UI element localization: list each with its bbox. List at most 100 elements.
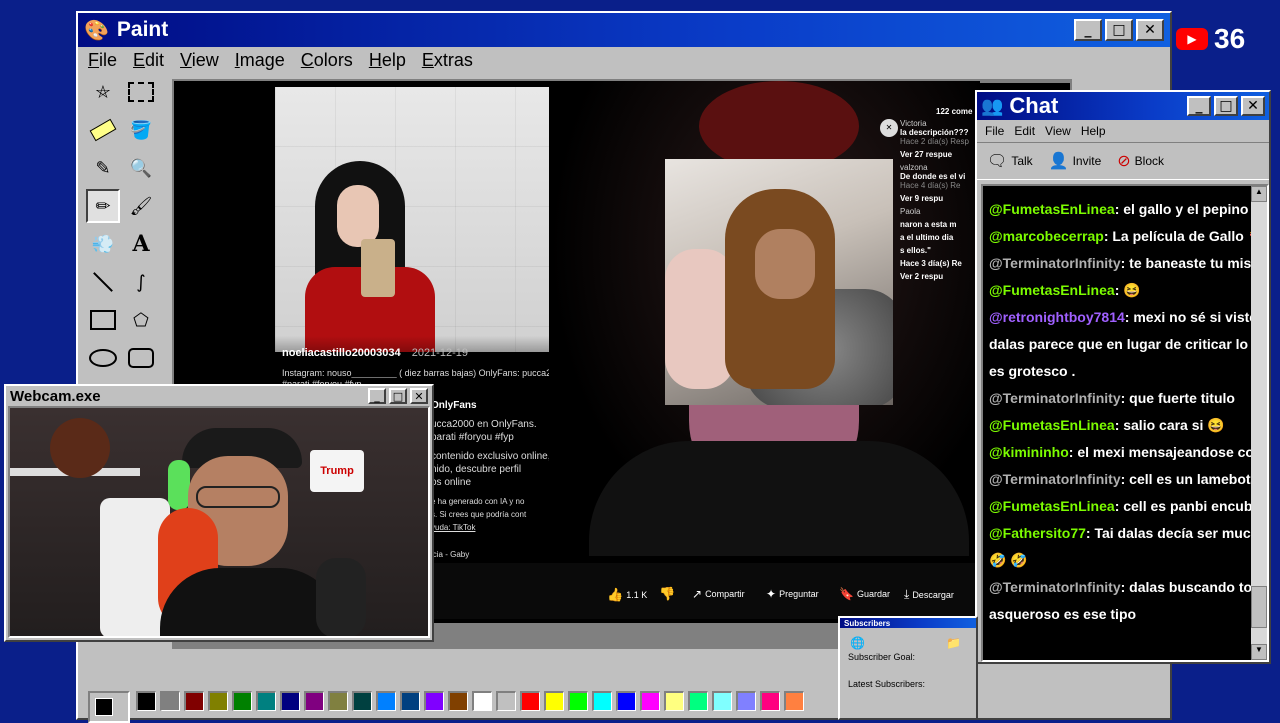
- chat-username[interactable]: @marcobecerrap: [989, 228, 1104, 244]
- comment-item: s ellos.": [900, 246, 980, 255]
- close-button[interactable]: ✕: [1136, 19, 1164, 41]
- ellipse-tool-icon[interactable]: [86, 341, 120, 375]
- menu-image[interactable]: Image: [235, 50, 285, 71]
- color-swatch[interactable]: [136, 691, 156, 711]
- close-comments-icon[interactable]: ✕: [880, 119, 898, 137]
- chat-username[interactable]: @FumetasEnLinea: [989, 498, 1115, 514]
- post-author-name[interactable]: noeliacastillo20003034: [282, 347, 401, 359]
- menu-view[interactable]: View: [180, 50, 219, 71]
- chat-username[interactable]: @kimininho: [989, 444, 1069, 460]
- maximize-button[interactable]: □: [1105, 19, 1133, 41]
- ask-button[interactable]: ✦ Preguntar: [766, 587, 819, 601]
- menu-colors[interactable]: Colors: [301, 50, 353, 71]
- rounded-rect-tool-icon[interactable]: [124, 341, 158, 375]
- download-button[interactable]: ⤓ Descargar: [904, 587, 954, 602]
- fill-tool-icon[interactable]: 🪣: [124, 113, 158, 147]
- chat-username[interactable]: @retronightboy7814: [989, 309, 1125, 325]
- color-swatch[interactable]: [448, 691, 468, 711]
- color-swatch[interactable]: [712, 691, 732, 711]
- chat-menu-edit[interactable]: Edit: [1014, 124, 1035, 138]
- chat-text: : 😆: [1114, 282, 1141, 298]
- color-swatch[interactable]: [568, 691, 588, 711]
- color-swatch[interactable]: [760, 691, 780, 711]
- color-swatch[interactable]: [160, 691, 180, 711]
- pencil-tool-icon[interactable]: ✏: [86, 189, 120, 223]
- menu-help[interactable]: Help: [369, 50, 406, 71]
- chat-scrollbar[interactable]: ▲ ▼: [1251, 186, 1267, 660]
- scroll-thumb[interactable]: [1251, 586, 1267, 628]
- color-picker-tool-icon[interactable]: ✎: [86, 151, 120, 185]
- rectangle-tool-icon[interactable]: [86, 303, 120, 337]
- headphone-left: [168, 460, 190, 510]
- chat-titlebar: 👥 Chat _ □ ✕: [977, 92, 1269, 120]
- chat-log: @FumetasEnLinea: el gallo y el pepino 😆@…: [981, 184, 1269, 662]
- color-swatch[interactable]: [736, 691, 756, 711]
- menu-edit[interactable]: Edit: [133, 50, 164, 71]
- airbrush-tool-icon[interactable]: 💨: [86, 227, 120, 261]
- color-swatch[interactable]: [304, 691, 324, 711]
- chat-menu-file[interactable]: File: [985, 124, 1004, 138]
- color-swatch[interactable]: [496, 691, 516, 711]
- chat-username[interactable]: @TerminatorInfinity: [989, 390, 1121, 406]
- minimize-button[interactable]: _: [1074, 19, 1102, 41]
- chat-message: 🤣 🤣: [983, 547, 1253, 574]
- chat-username[interactable]: @FumetasEnLinea: [989, 201, 1115, 217]
- chat-username[interactable]: @FumetasEnLinea: [989, 417, 1115, 433]
- color-swatch[interactable]: [184, 691, 204, 711]
- color-swatch[interactable]: [328, 691, 348, 711]
- color-swatch[interactable]: [616, 691, 636, 711]
- color-swatch[interactable]: [208, 691, 228, 711]
- magnifier-tool-icon[interactable]: 🔍: [124, 151, 158, 185]
- dislike-button[interactable]: 👎: [659, 586, 675, 602]
- color-swatch[interactable]: [640, 691, 660, 711]
- save-button[interactable]: 🔖 Guardar: [839, 587, 890, 601]
- menu-extras[interactable]: Extras: [422, 50, 473, 71]
- color-swatch[interactable]: [784, 691, 804, 711]
- color-swatch[interactable]: [544, 691, 564, 711]
- webcam-maximize-button[interactable]: □: [389, 388, 407, 404]
- chat-username[interactable]: @TerminatorInfinity: [989, 471, 1121, 487]
- invite-button[interactable]: 👤 Invite: [1049, 151, 1102, 171]
- color-swatch[interactable]: [376, 691, 396, 711]
- color-swatch[interactable]: [424, 691, 444, 711]
- scroll-up-arrow[interactable]: ▲: [1251, 186, 1267, 202]
- color-swatch[interactable]: [472, 691, 492, 711]
- text-tool-icon[interactable]: A: [124, 227, 158, 261]
- eraser-tool-icon[interactable]: [86, 113, 120, 147]
- brush-tool-icon[interactable]: 🖌: [124, 189, 158, 223]
- free-select-tool-icon[interactable]: ⛤: [86, 75, 120, 109]
- chat-menu-help[interactable]: Help: [1081, 124, 1106, 138]
- like-button[interactable]: 👍 1.1 K: [607, 587, 647, 603]
- menu-file[interactable]: File: [88, 50, 117, 71]
- color-swatch[interactable]: [256, 691, 276, 711]
- talk-button[interactable]: 🗨 Talk: [987, 151, 1033, 171]
- polygon-tool-icon[interactable]: ⬠: [124, 303, 158, 337]
- current-colors[interactable]: [88, 691, 130, 723]
- chat-username[interactable]: @FumetasEnLinea: [989, 282, 1115, 298]
- webcam-minimize-button[interactable]: _: [368, 388, 386, 404]
- chat-close-button[interactable]: ✕: [1241, 96, 1265, 116]
- color-swatch[interactable]: [592, 691, 612, 711]
- latest-subscribers-label: Latest Subscribers:: [848, 679, 926, 689]
- rect-select-tool-icon[interactable]: [124, 75, 158, 109]
- line-tool-icon[interactable]: [86, 265, 120, 299]
- block-button[interactable]: ⊘ Block: [1117, 151, 1164, 171]
- chat-minimize-button[interactable]: _: [1187, 96, 1211, 116]
- chat-menu-view[interactable]: View: [1045, 124, 1071, 138]
- color-swatch[interactable]: [400, 691, 420, 711]
- chat-username[interactable]: @TerminatorInfinity: [989, 255, 1121, 271]
- chat-username[interactable]: @TerminatorInfinity: [989, 579, 1121, 595]
- color-swatch[interactable]: [520, 691, 540, 711]
- color-swatch[interactable]: [232, 691, 252, 711]
- webcam-close-button[interactable]: ✕: [410, 388, 428, 404]
- color-swatch[interactable]: [280, 691, 300, 711]
- chat-maximize-button[interactable]: □: [1214, 96, 1238, 116]
- chat-username[interactable]: @Fathersito77: [989, 525, 1086, 541]
- chat-text: : La película de Gallo 🐓: [1103, 228, 1253, 244]
- scroll-down-arrow[interactable]: ▼: [1251, 644, 1267, 660]
- curve-tool-icon[interactable]: ∫: [124, 265, 158, 299]
- color-swatch[interactable]: [352, 691, 372, 711]
- share-button[interactable]: ↗ Compartir: [692, 587, 745, 601]
- color-swatch[interactable]: [664, 691, 684, 711]
- color-swatch[interactable]: [688, 691, 708, 711]
